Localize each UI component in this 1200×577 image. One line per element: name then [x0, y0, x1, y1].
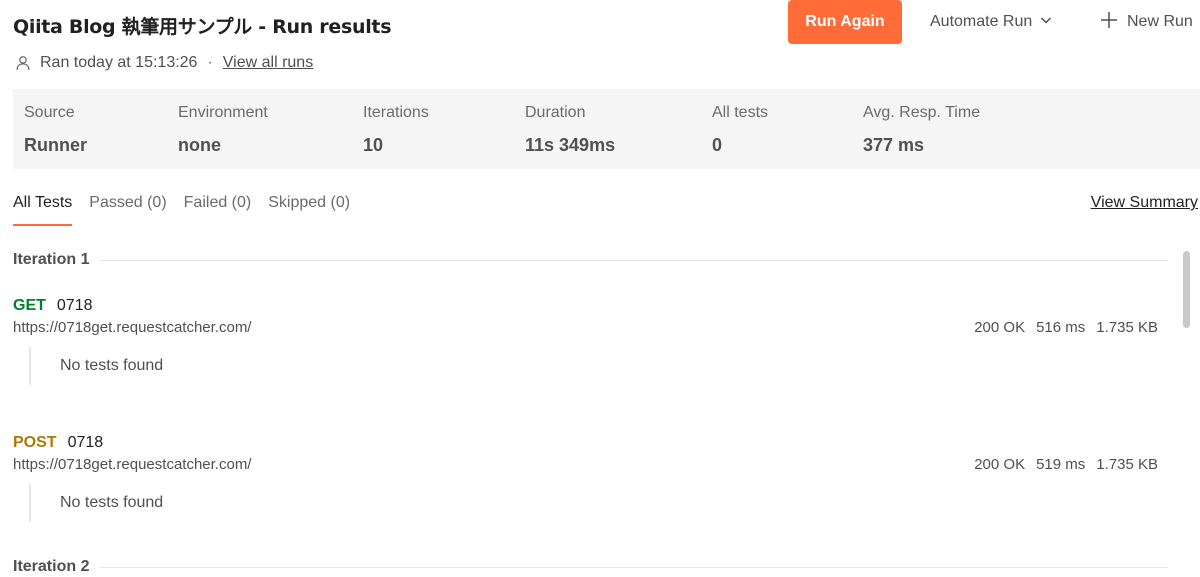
tab-all-tests[interactable]: All Tests [13, 192, 73, 226]
stat-label: All tests [712, 104, 769, 121]
view-summary-link[interactable]: View Summary [1091, 194, 1198, 212]
stat-value: Runner [24, 135, 87, 155]
response-time: 519 ms [1036, 456, 1086, 473]
response-size: 1.735 KB [1096, 456, 1158, 473]
request-result: POST 0718 https://0718get.requestcatcher… [13, 432, 1158, 522]
response-info: 200 OK 516 ms 1.735 KB [974, 319, 1158, 336]
stat-value: 377 ms [863, 135, 925, 155]
iteration-header: Iteration 1 [13, 250, 1168, 270]
stat-value: 10 [363, 135, 384, 155]
request-name[interactable]: 0718 [57, 297, 93, 315]
iteration-label: Iteration 1 [13, 251, 90, 268]
new-run-label: New Run [1127, 13, 1193, 30]
ran-timestamp: Ran today at 15:13:26 [40, 54, 198, 71]
stat-label: Iterations [363, 104, 429, 121]
response-status: 200 OK [974, 319, 1026, 336]
meta-separator: · [207, 54, 213, 71]
person-icon [13, 53, 33, 73]
page-title: Qiita Blog 執筆用サンプル - Run results [13, 16, 392, 38]
response-info: 200 OK 519 ms 1.735 KB [974, 456, 1158, 473]
scrollbar-thumb[interactable] [1183, 251, 1190, 328]
request-method: POST [13, 434, 57, 451]
tests-block: No tests found [29, 347, 163, 385]
response-time: 516 ms [1036, 319, 1086, 336]
run-again-button[interactable]: Run Again [788, 0, 902, 44]
response-status: 200 OK [974, 456, 1026, 473]
automate-run-dropdown[interactable]: Automate Run [930, 11, 1052, 33]
divider [100, 259, 1168, 261]
no-tests-text: No tests found [60, 357, 164, 374]
test-filter-tabs: All Tests Passed (0) Failed (0) Skipped … [13, 192, 350, 226]
new-run-button[interactable]: New Run [1100, 11, 1193, 33]
request-result: GET 0718 https://0718get.requestcatcher.… [13, 295, 1158, 385]
response-size: 1.735 KB [1096, 319, 1158, 336]
stat-value: 0 [712, 135, 723, 155]
run-summary-stats: Source Runner Environment none Iteration… [13, 89, 1200, 169]
no-tests-text: No tests found [60, 494, 164, 511]
plus-icon [1100, 11, 1118, 34]
tab-skipped[interactable]: Skipped (0) [268, 192, 350, 226]
stat-value: none [178, 135, 221, 155]
request-name[interactable]: 0718 [68, 434, 104, 452]
stat-label: Environment [178, 104, 268, 121]
run-meta: Ran today at 15:13:26 · View all runs [13, 52, 313, 74]
request-method: GET [13, 297, 46, 314]
automate-run-label: Automate Run [930, 13, 1033, 30]
divider [100, 566, 1168, 568]
iteration-header: Iteration 2 [13, 557, 1168, 577]
stat-label: Avg. Resp. Time [863, 104, 981, 121]
iteration-label: Iteration 2 [13, 558, 90, 575]
view-all-runs-link[interactable]: View all runs [223, 54, 313, 72]
tests-block: No tests found [29, 484, 163, 522]
stat-label: Source [24, 104, 75, 121]
chevron-down-icon [1040, 13, 1052, 31]
tab-passed[interactable]: Passed (0) [89, 192, 166, 226]
stat-value: 11s 349ms [525, 135, 616, 155]
stat-label: Duration [525, 104, 586, 121]
tab-failed[interactable]: Failed (0) [184, 192, 252, 226]
